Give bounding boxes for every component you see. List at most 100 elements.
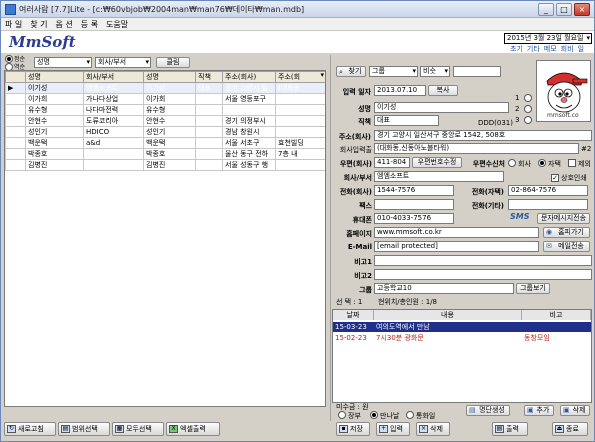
delete-schedule-button[interactable]: ▣ 삭제: [560, 405, 590, 416]
refresh-button[interactable]: ↻ 새로고침: [4, 422, 56, 436]
excel-export-button[interactable]: X 엑셀출력: [166, 422, 220, 436]
link-init[interactable]: 초기: [510, 45, 523, 53]
view-radio-meet[interactable]: [370, 411, 378, 421]
table-row[interactable]: 백운택 a&d 백운택 서울 서초구 효천빌딩: [5, 137, 325, 149]
input-button[interactable]: + 입력: [376, 422, 410, 436]
menu-help[interactable]: 도움말: [102, 18, 132, 31]
excel-label: 엑셀출력: [180, 425, 206, 433]
exit-button[interactable]: ⏏ 종료: [552, 422, 588, 436]
compare-select[interactable]: 비슷: [420, 66, 450, 77]
input-date-field[interactable]: 2013.07.10: [374, 85, 426, 96]
field2-select[interactable]: 회사/부서: [95, 57, 151, 68]
mail-recv-company[interactable]: [508, 159, 516, 169]
addr-detail-field[interactable]: (대화동,신동아노블타워): [374, 143, 579, 154]
minimize-button[interactable]: _: [538, 3, 554, 16]
clear-button[interactable]: 클림: [156, 57, 190, 68]
table-cell: 경기 의정부시: [222, 115, 276, 127]
group-view-button[interactable]: 그룹보기: [516, 283, 550, 294]
add-schedule-button[interactable]: ▣ 추가: [524, 405, 554, 416]
side-radio-1[interactable]: [524, 94, 532, 104]
sched-col-note[interactable]: 비고: [522, 310, 591, 320]
save-button[interactable]: ▪ 저장: [336, 422, 370, 436]
range-select-button[interactable]: ▤ 범위선택: [58, 422, 110, 436]
table-cell: 이기성: [25, 82, 84, 94]
menu-register[interactable]: 등 록: [77, 18, 102, 31]
table-row[interactable]: 안현수 도류코리아 안현수 경기 의정부시: [5, 115, 325, 127]
zip-edit-button[interactable]: 우편번호수정: [412, 157, 462, 168]
list-create-button[interactable]: ▤ 명단생성: [466, 405, 510, 416]
print-button[interactable]: ▤ 출력: [492, 422, 528, 436]
excel-icon: X: [169, 425, 178, 433]
homepage-go-button[interactable]: ◉ 홈피가기: [543, 227, 590, 238]
field-select[interactable]: 성명: [34, 57, 92, 68]
contact-photo[interactable]: mmsoft.co: [536, 60, 591, 122]
note1-field[interactable]: [374, 255, 592, 266]
mail-recv-exclude[interactable]: [568, 159, 576, 169]
mail-recv-home[interactable]: [538, 159, 546, 169]
menu-find[interactable]: 찾 기: [26, 18, 51, 31]
search-input[interactable]: [453, 66, 501, 77]
company-label: 회사/부서: [343, 174, 372, 182]
title-field[interactable]: 대표: [374, 115, 439, 126]
zip-field[interactable]: 411-804: [374, 157, 410, 168]
col-header[interactable]: 성명: [25, 71, 84, 83]
copy-button[interactable]: 복사: [428, 85, 458, 96]
link-etc[interactable]: 기타: [527, 45, 540, 53]
schedule-list[interactable]: 날짜 내용 비고 15-03-23 여의도역에서 만남 15-02-23 7시3…: [332, 309, 592, 403]
note2-field[interactable]: [374, 269, 592, 280]
link-fee[interactable]: 회비: [561, 45, 574, 53]
table-row[interactable]: 이가희 가나다상업 이가희 서울 영등포구: [5, 93, 325, 105]
col-header[interactable]: 성명: [143, 71, 196, 83]
view-radio-ledger[interactable]: [338, 411, 346, 421]
table-row[interactable]: 박종호 박종호 울산 동구 전하 7층 내: [5, 148, 325, 160]
select-all-button[interactable]: ▦ 모두선택: [112, 422, 164, 436]
find-button[interactable]: ⌕ 찾기: [336, 66, 366, 77]
col-header[interactable]: 주소(회: [275, 71, 325, 83]
delete-button[interactable]: × 삭제: [416, 422, 450, 436]
menu-options[interactable]: 옵 션: [52, 18, 77, 31]
addr-company-field[interactable]: 경기 고양시 일산서구 중앙로 1542, 508호: [374, 130, 592, 141]
view-radio-call[interactable]: [406, 411, 414, 421]
sched-col-date[interactable]: 날짜: [333, 310, 374, 320]
group-select[interactable]: 그룹: [369, 66, 418, 77]
mobile-field[interactable]: 010-4033-7576: [374, 213, 454, 224]
tel-other-field[interactable]: [508, 199, 588, 210]
group-view-label: 그룹보기: [520, 284, 546, 292]
tel-company-field[interactable]: 1544-7576: [374, 185, 454, 196]
table-row[interactable]: 성인기 HDICO 성인기 경남 창원시: [5, 126, 325, 138]
col-header[interactable]: 직책: [195, 71, 223, 83]
delete-label: 삭제: [430, 425, 443, 433]
name-field[interactable]: 이기성: [374, 102, 509, 113]
col-header[interactable]: 회사/부서: [83, 71, 144, 83]
contact-table[interactable]: 성명 회사/부서 성명 직책 주소(회사) 주소(회 ▶ 이기성 엠엠소프트 이…: [4, 70, 326, 407]
col-header[interactable]: 주소(회사): [222, 71, 276, 83]
table-cell: [195, 126, 223, 138]
sms-send-button[interactable]: 문자메시지전송: [537, 213, 590, 224]
exit-label: 종료: [566, 425, 579, 433]
mail-recv-label: 우편수신처: [472, 160, 505, 168]
menu-file[interactable]: 파 일: [1, 18, 26, 31]
list-item[interactable]: 15-02-23 7시30분 광화문 동창모임: [333, 333, 591, 343]
maximize-button[interactable]: □: [556, 3, 572, 16]
company-field[interactable]: 엠엠소프트: [374, 171, 504, 182]
table-row[interactable]: ▶ 이기성 엠엠소프트 이기성 대표 경기 고양시 일 (대화동: [5, 82, 325, 94]
side-radio-3[interactable]: [524, 116, 532, 126]
email-field[interactable]: [email protected]: [374, 241, 539, 252]
list-item[interactable]: 15-03-23 여의도역에서 만남: [333, 322, 591, 332]
side-radio-2[interactable]: [524, 105, 532, 115]
mobile-label: 휴대폰: [352, 216, 372, 224]
save-label: 저장: [350, 425, 363, 433]
link-memo[interactable]: 메모: [544, 45, 557, 53]
company-print-check[interactable]: [551, 173, 559, 182]
note1-label: 비고1: [354, 258, 372, 266]
table-row[interactable]: 유수형 나다마전력 유수형: [5, 104, 325, 116]
table-row[interactable]: 김병진 김병진 서울 성동구 행: [5, 159, 325, 171]
date-select[interactable]: 2015년 3월 23일 월요일 ▾: [504, 33, 592, 44]
homepage-field[interactable]: www.mmsoft.co.kr: [374, 227, 539, 238]
tel-home-field[interactable]: 02-864-7576: [508, 185, 588, 196]
close-button[interactable]: ×: [574, 3, 590, 16]
fax-field[interactable]: [374, 199, 454, 210]
email-send-button[interactable]: ✉ 메일전송: [543, 241, 590, 252]
group-field[interactable]: 고등학교10: [374, 283, 514, 294]
sched-col-content[interactable]: 내용: [374, 310, 522, 320]
